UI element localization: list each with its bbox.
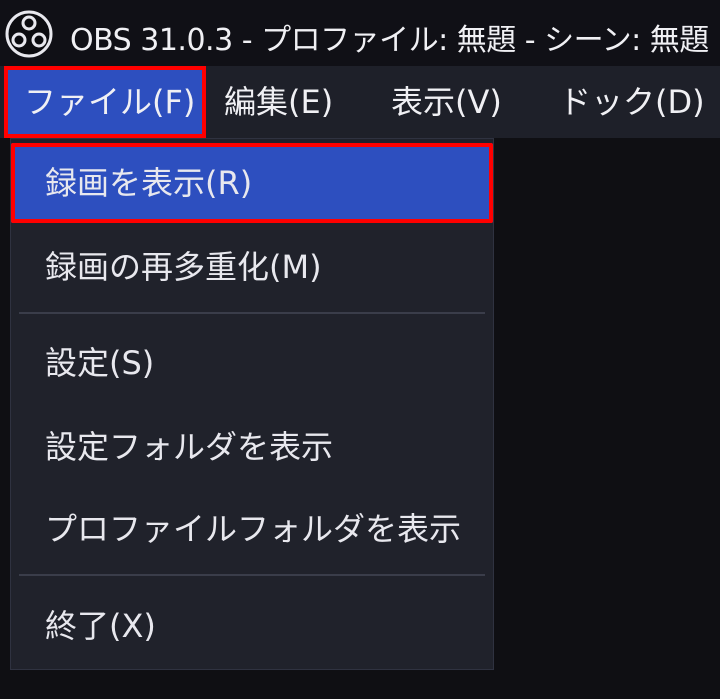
obs-logo-icon xyxy=(5,10,53,58)
menu-bar: ファイル(F) 編集(E) 表示(V) ドック(D) xyxy=(0,66,720,138)
menu-item-show-recordings[interactable]: 録画を表示(R) xyxy=(11,143,493,223)
menu-item-show-settings-folder[interactable]: 設定フォルダを表示 xyxy=(11,407,495,487)
file-menu-dropdown: 録画を表示(R) 録画の再多重化(M) 設定(S) 設定フォルダを表示 プロファ… xyxy=(10,138,494,670)
title-bar: OBS 31.0.3 - プロファイル: 無題 - シーン: 無題 xyxy=(0,0,720,66)
menu-view[interactable]: 表示(V) xyxy=(391,66,502,138)
menu-item-show-profile-folder[interactable]: プロファイルフォルダを表示 xyxy=(11,489,495,569)
menu-file[interactable]: ファイル(F) xyxy=(4,66,206,138)
menu-item-exit[interactable]: 終了(X) xyxy=(11,586,495,666)
menu-item-settings[interactable]: 設定(S) xyxy=(11,323,495,403)
menu-dock[interactable]: ドック(D) xyxy=(559,66,705,138)
menu-item-remux-recordings[interactable]: 録画の再多重化(M) xyxy=(11,227,495,307)
menu-separator xyxy=(19,312,485,314)
menu-edit[interactable]: 編集(E) xyxy=(224,66,333,138)
menu-separator xyxy=(19,574,485,576)
window-title: OBS 31.0.3 - プロファイル: 無題 - シーン: 無題 xyxy=(70,23,709,58)
